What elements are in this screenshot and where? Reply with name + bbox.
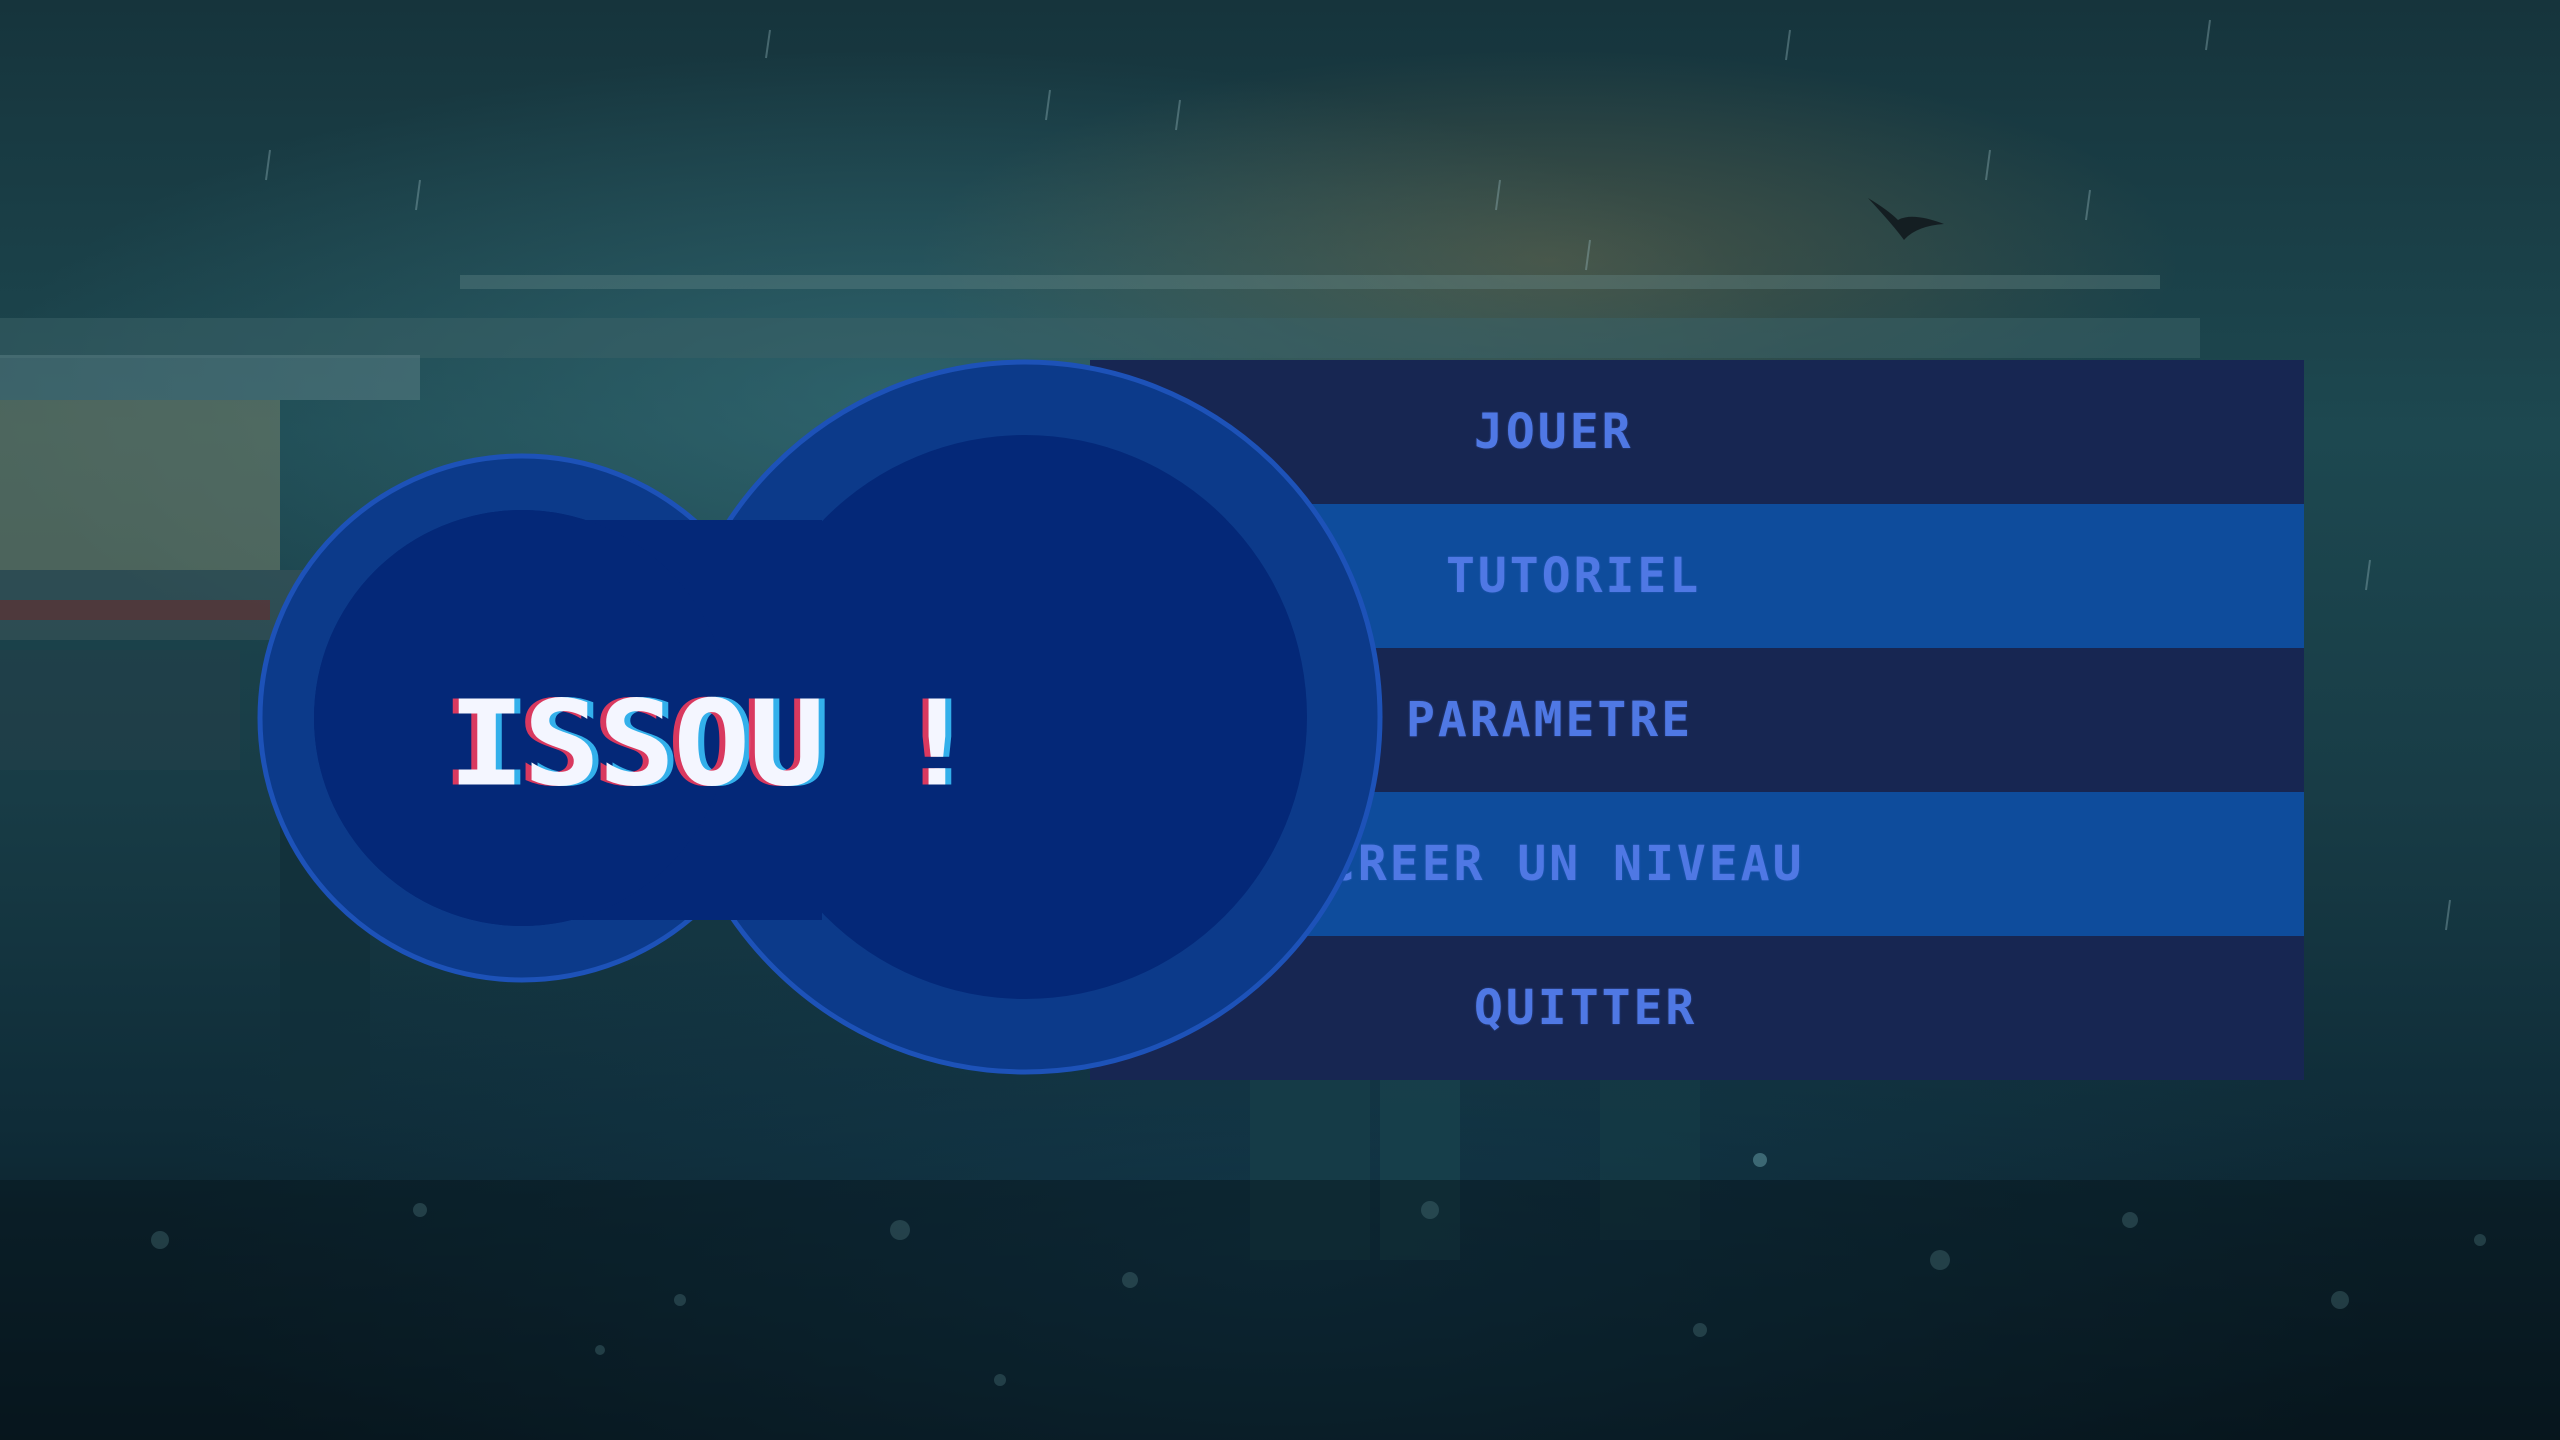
menu-item-quitter[interactable]: QUITTER [1090, 936, 2304, 1080]
menu-item-parametre[interactable]: PARAMETRE [1090, 648, 2304, 792]
menu-item-label: CREER UN NIVEAU [1326, 836, 1805, 892]
menu-item-label: QUITTER [1474, 980, 1698, 1036]
menu-item-jouer[interactable]: JOUER [1090, 360, 2304, 504]
menu-item-label: PARAMETRE [1406, 692, 1694, 748]
menu-item-label: TUTORIEL [1446, 548, 1702, 604]
menu-item-creer-un-niveau[interactable]: CREER UN NIVEAU [1090, 792, 2304, 936]
main-menu: JOUER TUTORIEL PARAMETRE CREER UN NIVEAU… [1090, 360, 2304, 1080]
menu-item-tutoriel[interactable]: TUTORIEL [1090, 504, 2304, 648]
menu-item-label: JOUER [1474, 404, 1634, 460]
